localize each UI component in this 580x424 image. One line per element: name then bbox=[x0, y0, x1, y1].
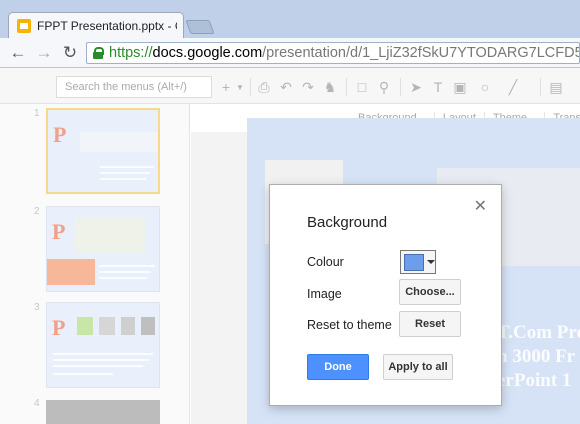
toolbar-separator bbox=[250, 78, 251, 96]
blackberry-icon bbox=[141, 317, 155, 335]
colour-picker-button[interactable] bbox=[400, 250, 436, 274]
slide-filmstrip: 1 P 2 P 3 P 4 bbox=[0, 104, 190, 424]
select-cursor-icon[interactable]: ➤ bbox=[408, 78, 424, 96]
toolbar-separator bbox=[346, 78, 347, 96]
apply-to-all-button[interactable]: Apply to all bbox=[383, 354, 453, 380]
toolbar-separator bbox=[540, 78, 541, 96]
thumb-text-line bbox=[53, 353, 153, 355]
logo-icon: P bbox=[52, 219, 66, 244]
thumb-text-line bbox=[99, 271, 151, 273]
slide-number: 1 bbox=[34, 108, 40, 119]
thumb-text-line bbox=[99, 277, 147, 279]
url-domain: docs.google.com bbox=[152, 45, 263, 61]
slide-number: 4 bbox=[34, 398, 40, 409]
slide-number: 3 bbox=[34, 302, 40, 313]
windows-icon bbox=[99, 317, 115, 335]
browser-tab-active[interactable]: FPPT Presentation.pptx - G bbox=[8, 12, 184, 38]
thumb-text-line bbox=[100, 172, 150, 174]
thumb-text-line bbox=[53, 373, 113, 375]
dialog-title: Background bbox=[307, 214, 388, 231]
tab-title: FPPT Presentation.pptx - G bbox=[37, 18, 177, 33]
address-bar[interactable]: https:// docs.google.com /presentation/d… bbox=[86, 42, 580, 64]
shape-icon[interactable]: ○ bbox=[474, 78, 496, 96]
browser-toolbar: ← → ↻ https:// docs.google.com /presenta… bbox=[0, 38, 580, 68]
thumb-image bbox=[80, 132, 158, 152]
thumb-text-line bbox=[53, 359, 149, 361]
redo-icon[interactable]: ↷ bbox=[300, 78, 316, 96]
logo-icon: P bbox=[53, 122, 67, 147]
slide-title-line: n 3000 Fr bbox=[497, 346, 576, 367]
reload-icon[interactable]: ↻ bbox=[60, 43, 80, 63]
slide-thumbnail-2[interactable]: P bbox=[46, 206, 160, 292]
slide-thumbnail-1[interactable]: P bbox=[46, 108, 160, 194]
toolbar-separator bbox=[400, 78, 401, 96]
lock-icon bbox=[93, 47, 104, 59]
chevron-down-icon bbox=[427, 260, 435, 264]
thumb-text-line bbox=[100, 166, 154, 168]
browser-frame: FPPT Presentation.pptx - G ← → ↻ https:/… bbox=[0, 0, 580, 68]
url-scheme: https:// bbox=[109, 45, 153, 61]
zoom-fit-icon[interactable]: □ bbox=[354, 78, 370, 96]
done-button[interactable]: Done bbox=[307, 354, 369, 380]
close-icon[interactable]: ✕ bbox=[474, 196, 487, 216]
slides-icon bbox=[17, 18, 31, 33]
colour-label: Colour bbox=[307, 255, 344, 269]
slides-toolbar: Search the menus (Alt+/) + ▼ ⎙ ↶ ↷ ♞ □ ⚲… bbox=[0, 68, 580, 104]
thumb-text-line bbox=[53, 365, 143, 367]
slide-thumbnail-3[interactable]: P bbox=[46, 302, 160, 388]
logo-icon: P bbox=[52, 315, 66, 340]
apple-icon bbox=[121, 317, 135, 335]
image-label: Image bbox=[307, 287, 342, 301]
tab-strip: FPPT Presentation.pptx - G bbox=[0, 0, 580, 38]
choose-image-button[interactable]: Choose... bbox=[399, 279, 461, 305]
chevron-down-icon[interactable]: ▼ bbox=[236, 78, 244, 96]
slide-title-line: erPoint 1 bbox=[497, 370, 572, 391]
colour-swatch bbox=[404, 253, 424, 271]
forward-arrow-icon[interactable]: → bbox=[34, 43, 54, 63]
line-icon[interactable]: ╱ bbox=[502, 78, 524, 96]
thumb-image bbox=[75, 217, 145, 253]
thumb-text-line bbox=[100, 178, 146, 180]
image-icon[interactable]: ▣ bbox=[452, 78, 468, 96]
menu-search-input[interactable]: Search the menus (Alt+/) bbox=[56, 76, 212, 98]
plus-icon[interactable]: + bbox=[220, 78, 232, 96]
slide-number: 2 bbox=[34, 206, 40, 217]
paint-format-icon[interactable]: ♞ bbox=[322, 78, 338, 96]
android-icon bbox=[77, 317, 93, 335]
reset-button[interactable]: Reset bbox=[399, 311, 461, 337]
print-icon[interactable]: ⎙ bbox=[256, 78, 272, 96]
url-path: /presentation/d/1_LjiZ32fSkU7YTODARG7LCF… bbox=[262, 45, 580, 61]
slide-title-line: T.Com Pro bbox=[497, 322, 580, 343]
reset-theme-label: Reset to theme bbox=[307, 318, 392, 332]
new-tab-button[interactable] bbox=[185, 20, 215, 34]
undo-icon[interactable]: ↶ bbox=[278, 78, 294, 96]
zoom-icon[interactable]: ⚲ bbox=[376, 78, 392, 96]
back-arrow-icon[interactable]: ← bbox=[8, 43, 28, 63]
comment-icon[interactable]: ▤ bbox=[548, 78, 564, 96]
background-dialog: Background ✕ Colour Image Choose... Rese… bbox=[269, 184, 502, 406]
text-box-icon[interactable]: T bbox=[430, 78, 446, 96]
thumb-text-line bbox=[99, 265, 155, 267]
thumb-orange-block bbox=[47, 259, 95, 285]
slide-thumbnail-4[interactable] bbox=[46, 400, 160, 424]
